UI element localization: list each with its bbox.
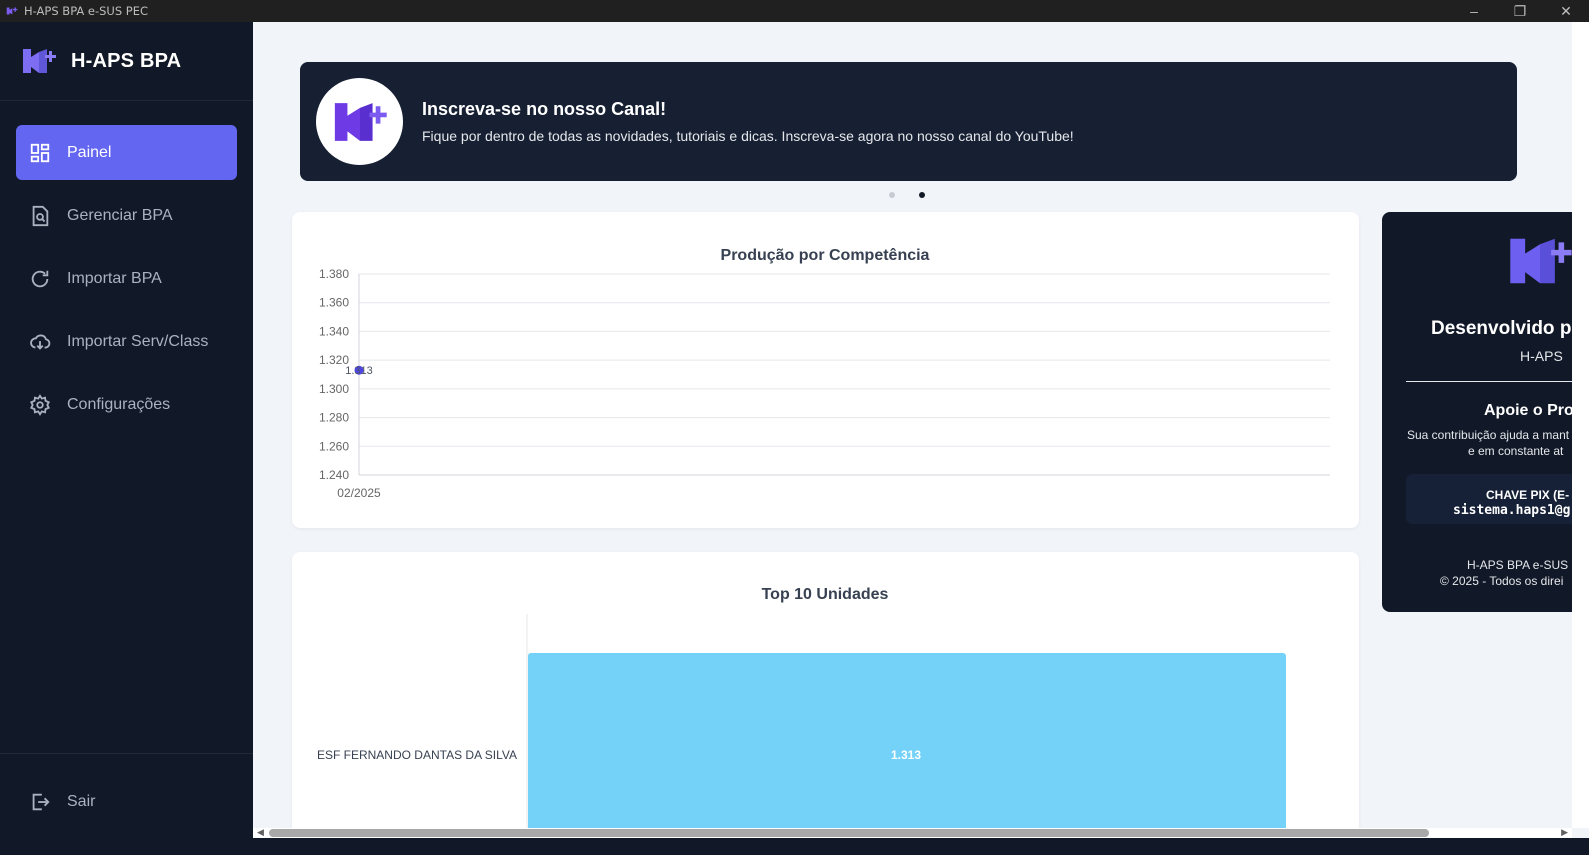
chart-title: Top 10 Unidades: [762, 586, 889, 603]
sidebar-item-painel[interactable]: Painel: [16, 125, 237, 180]
production-line-chart: Produção por Competência 1.380 1.360 1.340 1…: [319, 247, 1330, 500]
sidebar-item-label: Configurações: [67, 395, 171, 413]
banner-description: Fique por dentro de todas as novidades, …: [422, 128, 1074, 144]
top-units-bar-chart: Top 10 Unidades ESF FERNANDO DANTAS DA SI…: [317, 586, 1286, 828]
y-tick-label: 1.340: [319, 324, 349, 338]
sidebar-item-label: Importar BPA: [67, 269, 162, 287]
data-label: 1.313: [345, 365, 373, 377]
chart-title: Produção por Competência: [721, 247, 930, 264]
data-label: 1.313: [891, 748, 921, 762]
pix-key[interactable]: sistema.haps1@g: [1453, 503, 1570, 518]
divider: [1406, 381, 1589, 382]
sidebar-item-configuracoes[interactable]: Configurações: [16, 377, 237, 432]
y-tick-label: 1.240: [319, 468, 349, 482]
copyright-text: © 2025 - Todos os direi: [1440, 574, 1564, 588]
sidebar: H-APS BPA Painel Gerenciar BPA Importar …: [0, 22, 253, 855]
vertical-scrollbar[interactable]: [1572, 22, 1589, 828]
minimize-button[interactable]: –: [1451, 0, 1497, 22]
brand-logo-icon: [23, 49, 56, 73]
y-tick-label: 1.300: [319, 382, 349, 396]
document-search-icon: [32, 205, 49, 226]
sidebar-item-label: Gerenciar BPA: [67, 206, 173, 224]
support-card: Desenvolvido p H-APS Apoie o Pro Sua con…: [1382, 212, 1589, 612]
sidebar-item-importar-serv-class[interactable]: Importar Serv/Class: [16, 314, 237, 369]
banner-title: Inscreva-se no nosso Canal!: [422, 99, 667, 119]
sidebar-item-label: Importar Serv/Class: [67, 332, 209, 350]
support-text: e em constante at: [1468, 444, 1564, 458]
refresh-icon: [31, 270, 49, 287]
brand: H-APS BPA: [0, 22, 253, 101]
pix-label: CHAVE PIX (E-: [1486, 488, 1570, 502]
bar: [528, 653, 1286, 828]
restore-button[interactable]: ❐: [1497, 0, 1543, 22]
production-chart-card: Produção por Competência 1.380 1.360 1.340 1…: [292, 212, 1359, 528]
bottom-strip: [253, 838, 1589, 855]
support-heading: Apoie o Pro: [1484, 402, 1574, 419]
logout-button[interactable]: Sair: [16, 774, 237, 829]
footer-text: H-APS BPA e-SUS: [1467, 558, 1569, 572]
support-text: Sua contribuição ajuda a mant: [1407, 428, 1570, 442]
sidebar-item-importar-bpa[interactable]: Importar BPA: [16, 251, 237, 306]
scroll-right-arrow-icon[interactable]: ▶: [1561, 827, 1568, 838]
carousel-dot-1[interactable]: [889, 192, 895, 198]
logout-icon: [32, 793, 50, 810]
horizontal-scroll-thumb[interactable]: [269, 829, 1429, 837]
brand-logo-icon: [1510, 238, 1572, 284]
youtube-banner[interactable]: Inscreva-se no nosso Canal! Fique por de…: [300, 62, 1517, 181]
y-tick-label: 1.380: [319, 267, 349, 281]
sidebar-item-label: Painel: [67, 143, 112, 161]
dashboard-icon: [30, 143, 50, 162]
category-label: ESF FERNANDO DANTAS DA SILVA: [317, 748, 517, 762]
close-button[interactable]: ✕: [1543, 0, 1589, 22]
scroll-left-arrow-icon[interactable]: ◀: [257, 827, 264, 838]
window-title: H-APS BPA e-SUS PEC: [24, 4, 149, 18]
banner-logo: [316, 78, 403, 165]
y-tick-label: 1.260: [319, 439, 349, 453]
logout-label: Sair: [67, 792, 96, 810]
y-tick-label: 1.360: [319, 296, 349, 310]
brand-logo-icon: [334, 102, 387, 141]
carousel-dots: [889, 192, 925, 198]
x-tick-label: 02/2025: [337, 486, 381, 500]
support-title: Desenvolvido p: [1431, 318, 1572, 339]
y-tick-label: 1.280: [319, 411, 349, 425]
top-units-chart-card: Top 10 Unidades ESF FERNANDO DANTAS DA SI…: [292, 552, 1359, 828]
carousel-dot-2[interactable]: [919, 192, 925, 198]
sidebar-item-gerenciar-bpa[interactable]: Gerenciar BPA: [16, 188, 237, 243]
cloud-download-icon: [30, 334, 51, 350]
brand-name: H-APS BPA: [71, 49, 182, 72]
gear-icon: [30, 393, 50, 416]
sidebar-nav: Painel Gerenciar BPA Importar BPA Import…: [0, 101, 253, 432]
app-logo-icon: [6, 7, 18, 15]
horizontal-scrollbar[interactable]: ◀ ▶: [253, 827, 1572, 838]
window-titlebar: H-APS BPA e-SUS PEC – ❐ ✕: [0, 0, 1589, 22]
support-subtitle: H-APS: [1520, 348, 1563, 364]
main-content: Inscreva-se no nosso Canal! Fique por de…: [253, 22, 1589, 828]
logout-section: Sair: [0, 753, 253, 855]
